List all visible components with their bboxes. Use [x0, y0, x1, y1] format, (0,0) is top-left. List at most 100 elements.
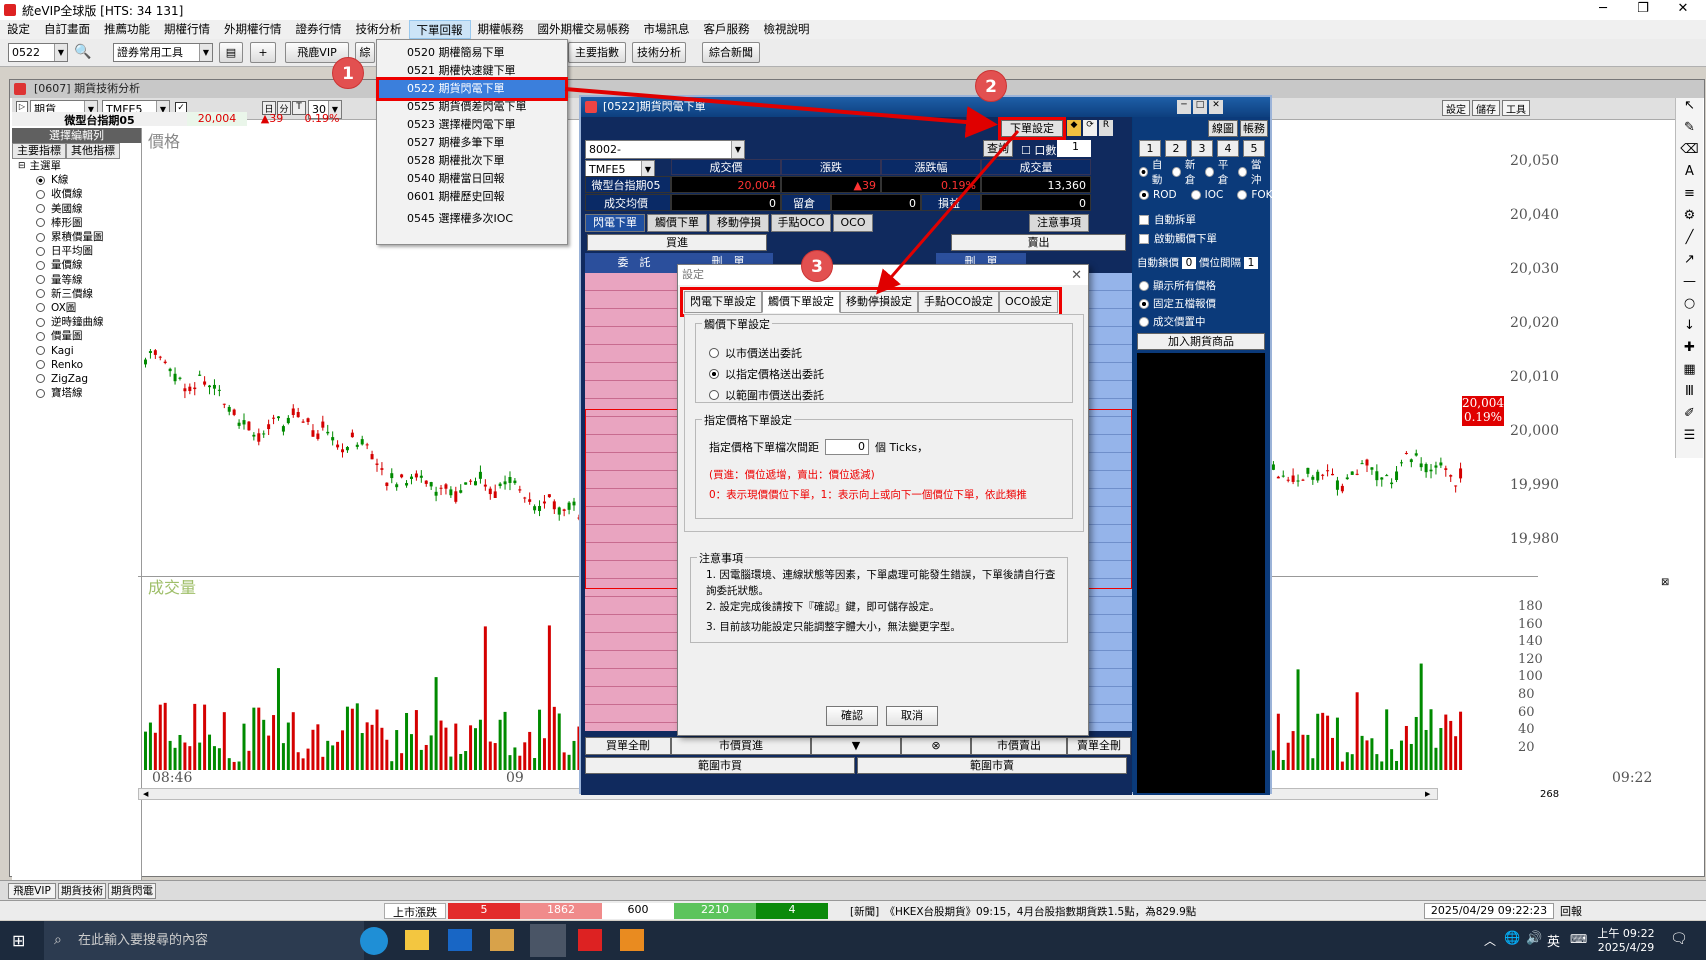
- auto-stop-input[interactable]: 0: [1182, 256, 1196, 269]
- indicator-item[interactable]: ZigZag: [12, 372, 141, 386]
- line-chart-button[interactable]: 線圖: [1208, 120, 1238, 137]
- order-bottom-button-1[interactable]: 市價買進: [671, 737, 811, 755]
- indicator-item[interactable]: 量價線: [12, 258, 141, 272]
- option-specified-price[interactable]: 以指定價格送出委託: [709, 366, 824, 382]
- indicator-item[interactable]: 量等線: [12, 273, 141, 287]
- menu-item-order-2[interactable]: 0522 期貨閃電下單: [376, 77, 568, 101]
- edge-icon[interactable]: [360, 927, 388, 955]
- close-icon[interactable]: ✕: [1071, 268, 1082, 283]
- tab-main-indicators[interactable]: 主要指標: [12, 143, 66, 159]
- qty-button-4[interactable]: 4: [1217, 140, 1239, 157]
- bottom-tab-1[interactable]: 期貨技術: [58, 883, 106, 899]
- tech-analysis-button[interactable]: 技術分析: [632, 42, 686, 63]
- dialog-tab-1[interactable]: 觸價下單設定: [762, 291, 840, 313]
- menu-item-order-5[interactable]: 0527 期權多筆下單: [379, 134, 565, 152]
- radio[interactable]: [1139, 298, 1149, 309]
- radio[interactable]: [1139, 190, 1149, 200]
- radio[interactable]: [36, 289, 45, 299]
- indicator-item[interactable]: K線: [12, 173, 141, 187]
- option-market-price[interactable]: 以市價送出委託: [709, 345, 802, 361]
- add-product-button[interactable]: 加入期貨商品: [1137, 333, 1265, 350]
- order-bottom-button-0[interactable]: 買單全刪: [585, 737, 671, 755]
- radio[interactable]: [1205, 167, 1214, 177]
- dialog-tab-4[interactable]: OCO設定: [999, 291, 1058, 313]
- refresh-icon[interactable]: ⟳: [1083, 120, 1097, 136]
- auto-split-checkbox[interactable]: 自動拆單: [1139, 212, 1196, 227]
- radio[interactable]: [36, 218, 45, 228]
- gear-icon[interactable]: ⚙: [1676, 208, 1703, 230]
- tree-root[interactable]: ⊟ 主選單: [12, 159, 141, 173]
- notes-button[interactable]: 注意事項: [1029, 214, 1089, 232]
- menu-item-1[interactable]: 自訂畫面: [37, 20, 97, 39]
- close-icon[interactable]: ✕: [1663, 0, 1703, 20]
- menu-item-11[interactable]: 客戶服務: [697, 20, 757, 39]
- chevron-down-icon[interactable]: ▼: [731, 141, 744, 158]
- radio[interactable]: [36, 275, 45, 285]
- main-index-button[interactable]: 主要指數: [568, 42, 626, 63]
- windows-start-icon[interactable]: ⊞: [12, 931, 25, 950]
- line-tool-icon[interactable]: ╱: [1676, 230, 1703, 252]
- save-button[interactable]: 儲存: [1472, 100, 1500, 116]
- menu-item-3[interactable]: 期權行情: [157, 20, 217, 39]
- app-icon[interactable]: [620, 929, 644, 951]
- radio[interactable]: [1238, 167, 1247, 177]
- network-icon[interactable]: 🌐: [1504, 931, 1520, 946]
- tif-option[interactable]: FOK: [1237, 187, 1273, 203]
- account-combo[interactable]: 8002- ▼: [585, 140, 745, 159]
- order-bottom-button-2[interactable]: ▼: [811, 737, 901, 755]
- reset-icon[interactable]: R: [1099, 120, 1113, 136]
- trade-center-radio[interactable]: 成交價置中: [1139, 314, 1206, 329]
- radio[interactable]: [709, 369, 719, 379]
- tab-trigger-order[interactable]: 觸價下單: [647, 214, 707, 232]
- menu-item-0[interactable]: 設定: [0, 20, 37, 39]
- order-bottom-button-3[interactable]: ⊗: [901, 737, 971, 755]
- outlook-icon[interactable]: [448, 929, 472, 951]
- radio[interactable]: [36, 246, 45, 256]
- maximize-icon[interactable]: □: [1193, 100, 1207, 114]
- clock[interactable]: 上午 09:22 2025/4/29: [1596, 925, 1656, 954]
- radio[interactable]: [36, 204, 45, 214]
- radio[interactable]: [1139, 167, 1148, 177]
- menu-item-order-3[interactable]: 0525 期貨價差閃電下單: [379, 98, 565, 116]
- app-icon[interactable]: [578, 929, 602, 951]
- indicator-item[interactable]: Renko: [12, 358, 141, 372]
- menu-item-order-4[interactable]: 0523 選擇權閃電下單: [379, 116, 565, 134]
- bottom-tab-0[interactable]: 飛鹿VIP: [8, 883, 56, 899]
- radio[interactable]: [1172, 167, 1181, 177]
- scroll-right-icon[interactable]: ▶: [1425, 790, 1433, 798]
- minimize-icon[interactable]: ─: [1583, 0, 1623, 20]
- app-icon[interactable]: [490, 929, 514, 951]
- eraser-icon[interactable]: ⌫: [1676, 142, 1703, 164]
- text-icon[interactable]: A: [1676, 164, 1703, 186]
- horizontal-line-icon[interactable]: —: [1676, 274, 1703, 296]
- order-settings-button[interactable]: 下單設定: [998, 117, 1066, 140]
- settings-button[interactable]: 設定: [1442, 100, 1470, 116]
- scroll-left-icon[interactable]: ◀: [143, 790, 151, 798]
- qty-input[interactable]: 1: [1057, 140, 1091, 157]
- radio[interactable]: [36, 260, 45, 270]
- indicator-item[interactable]: Kagi: [12, 343, 141, 357]
- account-button[interactable]: 帳務: [1240, 120, 1268, 137]
- checkbox[interactable]: [1139, 233, 1149, 244]
- menu-item-order-8[interactable]: 0601 期權歷史回報: [379, 188, 565, 206]
- ok-button[interactable]: 確認: [826, 706, 878, 726]
- query-button[interactable]: 查詢: [983, 140, 1013, 157]
- tray-chevron-icon[interactable]: ︿: [1484, 932, 1496, 949]
- circle-icon[interactable]: ○: [1676, 296, 1703, 318]
- tools-button[interactable]: 工具: [1502, 100, 1530, 116]
- order-type-option[interactable]: 新倉: [1172, 159, 1203, 186]
- menu-item-12[interactable]: 檢視說明: [757, 20, 817, 39]
- add-window-icon[interactable]: +: [250, 42, 276, 63]
- qty-button-1[interactable]: 1: [1139, 140, 1161, 157]
- brush-icon[interactable]: ✐: [1676, 406, 1703, 428]
- qty-button-2[interactable]: 2: [1165, 140, 1187, 157]
- radio[interactable]: [36, 189, 45, 199]
- menu-item-order-7[interactable]: 0540 期權當日回報: [379, 170, 565, 188]
- radio[interactable]: [36, 346, 45, 356]
- radio[interactable]: [36, 175, 45, 185]
- indicator-item[interactable]: 逆時鐘曲線: [12, 315, 141, 329]
- layout-icon[interactable]: ▤: [219, 42, 243, 63]
- tif-option[interactable]: IOC: [1190, 187, 1223, 203]
- qty-button-5[interactable]: 5: [1243, 140, 1265, 157]
- radio[interactable]: [1237, 190, 1248, 200]
